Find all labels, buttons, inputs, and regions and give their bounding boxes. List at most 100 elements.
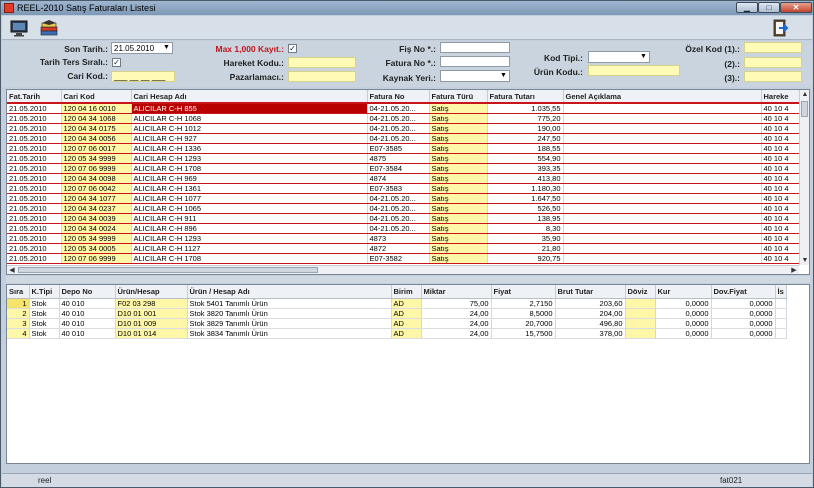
invoice-row[interactable]: 21.05.2010 120 04 34 0024 ALICILAR C-H 896… xyxy=(7,223,800,234)
status-bar: reel fat021 xyxy=(2,473,812,487)
fatura-no-field[interactable] xyxy=(440,56,510,67)
invoice-cell: 120 04 34 0024 xyxy=(61,223,132,234)
ozel-kod-1-field[interactable] xyxy=(744,42,802,53)
invoice-row[interactable]: 21.05.2010 120 04 34 1068 ALICILAR C-H 106… xyxy=(7,113,800,124)
invoice-cell: ALICILAR C-H 969 xyxy=(131,173,368,184)
invoice-cell: 40 10 4 xyxy=(761,143,800,154)
pazarlamaci-field[interactable] xyxy=(288,71,356,82)
lines-col-header[interactable]: Döviz xyxy=(625,285,656,299)
lines-cell: 496,80 xyxy=(555,318,626,329)
invoice-col-header[interactable]: Fatura Türü xyxy=(429,90,488,104)
exit-door-icon[interactable] xyxy=(770,18,790,38)
invoice-row[interactable]: 21.05.2010 120 04 34 0056 ALICILAR C-H 927… xyxy=(7,133,800,144)
maximize-button[interactable]: □ xyxy=(758,2,780,13)
invoice-col-header[interactable]: Cari Kod xyxy=(61,90,132,104)
invoice-row[interactable]: 21.05.2010 120 07 06 0017 ALICILAR C-H 133… xyxy=(7,143,800,154)
monitor-icon[interactable] xyxy=(9,18,29,38)
scroll-right-icon[interactable]: ▶ xyxy=(789,266,799,274)
close-button[interactable]: ✕ xyxy=(780,2,812,13)
invoice-horizontal-scrollbar[interactable]: ◀ ▶ xyxy=(7,265,799,274)
urun-kodu-label: Ürün Kodu.: xyxy=(533,67,583,77)
toolbar xyxy=(2,16,812,40)
invoice-row[interactable]: 21.05.2010 120 07 06 9999 ALICILAR C-H 170… xyxy=(7,163,800,174)
invoice-vertical-scrollbar[interactable]: ▲ ▼ xyxy=(799,90,809,265)
fis-no-field[interactable] xyxy=(440,42,510,53)
kod-tipi-select[interactable]: ▼ xyxy=(588,51,650,63)
lines-col-header[interactable]: Depo No xyxy=(59,285,116,299)
invoice-cell: 4874 xyxy=(367,173,430,184)
lines-col-header[interactable]: Brut Tutar xyxy=(555,285,626,299)
scroll-left-icon[interactable]: ◀ xyxy=(7,266,17,274)
scroll-up-icon[interactable]: ▲ xyxy=(800,90,809,99)
invoice-row[interactable]: 21.05.2010 120 07 06 9999 ALICILAR C-H 170… xyxy=(7,253,800,264)
invoice-col-header[interactable]: Cari Hesap Adı xyxy=(131,90,368,104)
lines-col-header[interactable]: K.Tipi xyxy=(29,285,60,299)
tarih-ters-checkbox[interactable]: ✓ xyxy=(112,58,121,67)
invoice-cell: 554,90 xyxy=(487,153,564,164)
scroll-thumb[interactable] xyxy=(801,101,808,117)
lines-cell: 203,60 xyxy=(555,298,626,309)
invoice-cell: 04-21.05.20... xyxy=(367,123,430,134)
kaynak-yeri-select[interactable]: ▼ xyxy=(440,70,510,82)
lines-col-header[interactable]: Dov.Fiyat xyxy=(711,285,776,299)
invoice-cell: Satış xyxy=(429,123,488,134)
invoice-cell: 120 05 34 9999 xyxy=(61,153,132,164)
minimize-button[interactable]: ▁ xyxy=(736,2,758,13)
son-tarih-field[interactable]: 21.05.2010 ▼ xyxy=(111,42,173,54)
invoice-cell: 120 04 16 0010 xyxy=(61,103,132,114)
lines-col-header[interactable]: Birim xyxy=(391,285,422,299)
invoice-cell: 04-21.05.20... xyxy=(367,193,430,204)
scroll-down-icon[interactable]: ▼ xyxy=(800,256,809,265)
invoice-row[interactable]: 21.05.2010 120 04 34 0039 ALICILAR C-H 911… xyxy=(7,213,800,224)
invoice-row[interactable]: 21.05.2010 120 04 34 0237 ALICILAR C-H 106… xyxy=(7,203,800,214)
lines-col-header[interactable]: İs xyxy=(775,285,787,299)
lines-col-header[interactable]: Ürün/Hesap xyxy=(115,285,188,299)
invoice-lines-grid[interactable]: Sıra K.Tipi Depo No Ürün/Hesap Ürün / Hesap … xyxy=(6,284,810,464)
invoice-col-header[interactable]: Hareke xyxy=(761,90,800,104)
lines-row[interactable]: 2 Stok 40 010 D10 01 001 Stok 3820 Tanımlı Ü… xyxy=(7,308,787,319)
invoice-row[interactable]: 21.05.2010 120 04 16 0010 ALICILAR C-H 855… xyxy=(7,103,800,114)
invoice-col-header[interactable]: Fat.Tarih xyxy=(7,90,62,104)
invoice-cell: Satış xyxy=(429,213,488,224)
hareket-kodu-label: Hareket Kodu.: xyxy=(223,58,284,68)
lines-col-header[interactable]: Ürün / Hesap Adı xyxy=(187,285,392,299)
ozel-kod-3-field[interactable] xyxy=(744,71,802,82)
invoice-row[interactable]: 21.05.2010 120 04 34 0175 ALICILAR C-H 101… xyxy=(7,123,800,134)
invoice-row[interactable]: 21.05.2010 120 04 34 1077 ALICILAR C-H 107… xyxy=(7,193,800,204)
books-icon[interactable] xyxy=(39,18,59,38)
invoice-row[interactable]: 21.05.2010 120 05 34 0005 ALICILAR C-H 112… xyxy=(7,243,800,254)
invoice-col-header[interactable]: Genel Açıklama xyxy=(563,90,762,104)
invoice-cell xyxy=(563,203,762,214)
lines-col-header[interactable]: Sıra xyxy=(7,285,30,299)
invoice-cell: E07-3585 xyxy=(367,143,430,154)
invoice-cell: 120 04 34 0056 xyxy=(61,133,132,144)
invoice-cell: 775,20 xyxy=(487,113,564,124)
cari-kod-field[interactable]: ___ __ __ ___ xyxy=(111,71,175,82)
main-window: REEL-2010 Satış Faturaları Listesi ▁ □ ✕… xyxy=(0,0,814,488)
urun-kodu-field[interactable] xyxy=(588,65,680,76)
invoice-row[interactable]: 21.05.2010 120 05 34 9999 ALICILAR C-H 129… xyxy=(7,233,800,244)
max-kayit-checkbox[interactable]: ✓ xyxy=(288,44,297,53)
invoice-lines-table: Sıra K.Tipi Depo No Ürün/Hesap Ürün / Hesap … xyxy=(7,285,787,339)
invoice-col-header[interactable]: Fatura Tutarı xyxy=(487,90,564,104)
lines-col-header[interactable]: Kur xyxy=(655,285,712,299)
invoice-grid[interactable]: Fat.Tarih Cari Kod Cari Hesap Adı Fatura No… xyxy=(6,89,810,275)
invoice-cell: 40 10 4 xyxy=(761,123,800,134)
invoice-cell: ALICILAR C-H 1708 xyxy=(131,253,368,264)
invoice-row[interactable]: 21.05.2010 120 07 06 0042 ALICILAR C-H 136… xyxy=(7,183,800,194)
grid-splitter[interactable] xyxy=(6,276,810,283)
lines-cell: 24,00 xyxy=(421,308,492,319)
invoice-row[interactable]: 21.05.2010 120 04 34 0098 ALICILAR C-H 969… xyxy=(7,173,800,184)
lines-row[interactable]: 1 Stok 40 010 F02 03 298 Stok 5401 Tanımlı Ü… xyxy=(7,298,787,309)
lines-col-header[interactable]: Fiyat xyxy=(491,285,556,299)
hareket-kodu-field[interactable] xyxy=(288,57,356,68)
lines-col-header[interactable]: Miktar xyxy=(421,285,492,299)
lines-row[interactable]: 3 Stok 40 010 D10 01 009 Stok 3829 Tanımlı Ü… xyxy=(7,318,787,329)
invoice-cell: 40 10 4 xyxy=(761,233,800,244)
scroll-thumb[interactable] xyxy=(18,267,318,273)
invoice-table: Fat.Tarih Cari Kod Cari Hesap Adı Fatura No… xyxy=(7,90,800,264)
ozel-kod-2-field[interactable] xyxy=(744,57,802,68)
invoice-row[interactable]: 21.05.2010 120 05 34 9999 ALICILAR C-H 129… xyxy=(7,153,800,164)
invoice-col-header[interactable]: Fatura No xyxy=(367,90,430,104)
lines-row[interactable]: 4 Stok 40 010 D10 01 014 Stok 3834 Tanımlı Ü… xyxy=(7,328,787,339)
